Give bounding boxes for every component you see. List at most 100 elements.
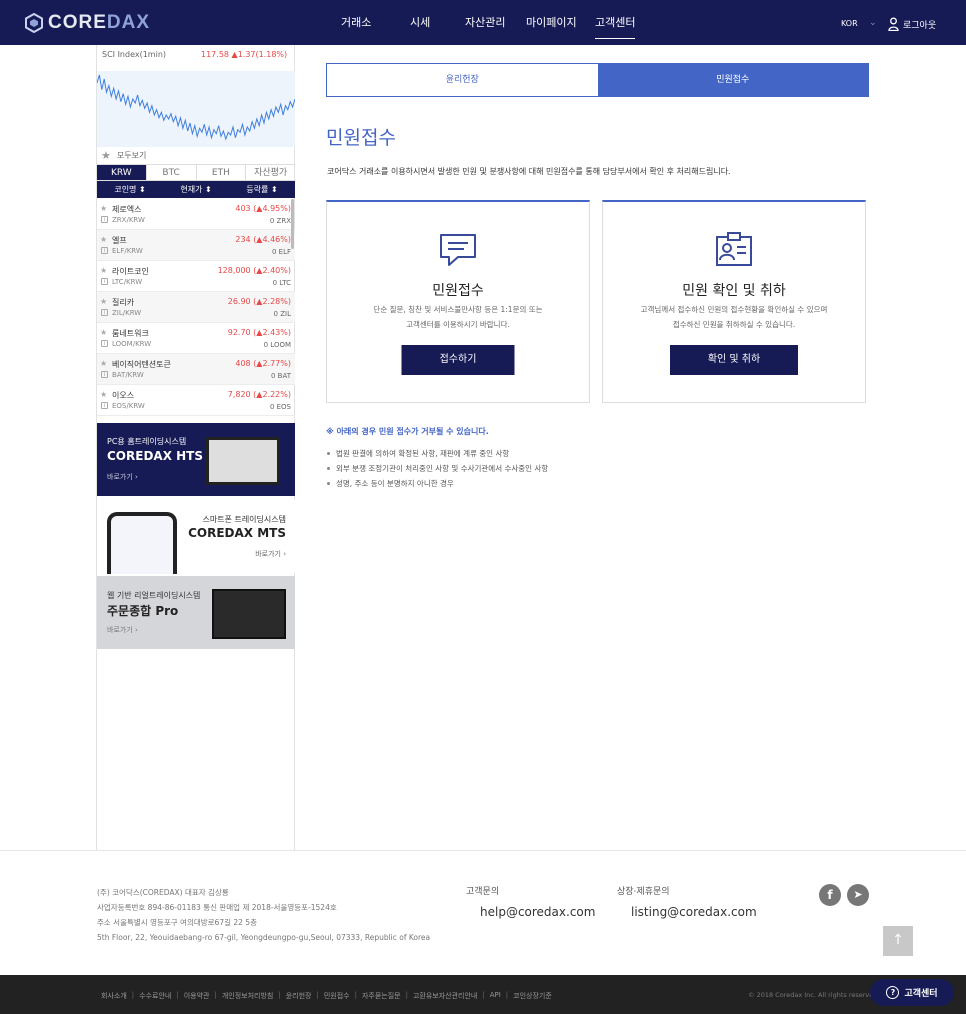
footer-link-fees[interactable]: 수수료안내 — [139, 991, 171, 1001]
nav-item-mypage[interactable]: 마이페이지 — [526, 14, 577, 30]
logout-button[interactable]: 로그아웃 — [888, 17, 936, 31]
coin-list-scrollbar[interactable] — [291, 199, 294, 249]
pro-banner-link[interactable]: 바로가기 › — [107, 625, 138, 635]
coin-row[interactable]: ★ 제로엑스 i ZRX/KRW 403 (▲4.95%) 0 ZRX — [97, 199, 295, 230]
page-description: 코어닥스 거래소를 이용하시면서 발생한 민원 및 분쟁사항에 대해 민원접수를… — [327, 167, 731, 176]
nav-item-assets[interactable]: 자산관리 — [465, 14, 505, 30]
support-label: 고객문의 — [466, 887, 500, 897]
coin-pair: ZRX/KRW — [112, 216, 145, 224]
star-icon[interactable]: ★ — [100, 266, 107, 275]
coredax-logo[interactable]: COREDAX — [24, 12, 150, 34]
coin-name: 라이트코인 — [112, 267, 149, 276]
coin-row[interactable]: ★ 질리카 i ZIL/KRW 26.90 (▲2.28%) 0 ZIL — [97, 292, 295, 323]
coin-row[interactable]: ★ 베이직어텐션토큰 i BAT/KRW 408 (▲2.77%) 0 BAT — [97, 354, 295, 385]
info-icon: i — [101, 247, 108, 254]
hts-banner-link[interactable]: 바로가기 › — [107, 472, 138, 482]
coredax-logo-icon — [25, 13, 43, 33]
page-title: 민원접수 — [326, 127, 396, 149]
coin-name: 이오스 — [112, 391, 135, 400]
star-icon[interactable]: ★ — [100, 297, 107, 306]
logout-label: 로그아웃 — [903, 20, 937, 31]
telegram-icon[interactable]: ➤ — [847, 884, 869, 906]
column-coin-name[interactable]: 코인명 ⬍ — [97, 181, 163, 198]
footer-link-complaint[interactable]: 민원접수 — [324, 991, 350, 1001]
hts-banner[interactable]: PC용 홈트레이딩시스템 COREDAX HTS 바로가기 › — [97, 423, 295, 496]
notice-title: ※ 아래의 경우 민원 접수가 거부될 수 있습니다. — [326, 427, 489, 436]
coin-row[interactable]: ★ 라이트코인 i LTC/KRW 128,000 (▲2.40%) 0 LTC — [97, 261, 295, 292]
tab-ethics-charter[interactable]: 윤리헌장 — [327, 64, 598, 96]
coin-pair: LOOM/KRW — [112, 340, 152, 348]
footer-link-divider: | — [131, 991, 135, 999]
footer-link-divider: | — [405, 991, 408, 999]
coin-row[interactable]: ★ 룸네트워크 i LOOM/KRW 92.70 (▲2.43%) 0 LOOM — [97, 323, 295, 354]
favorites-toggle[interactable]: ★ 모두보기 — [101, 149, 146, 162]
footer-link-custody[interactable]: 고환유보자산관리안내 — [413, 991, 477, 1001]
card-description-line: 접수하신 민원을 취하하실 수 있습니다. — [672, 320, 796, 329]
nav-item-quotes[interactable]: 시세 — [410, 14, 430, 30]
facebook-icon[interactable]: f — [819, 884, 841, 906]
footer-link-divider: | — [354, 991, 357, 999]
mts-banner[interactable]: 스마트폰 트레이딩시스템 COREDAX MTS 바로가기 › — [97, 500, 295, 574]
tab-complaint[interactable]: 민원접수 — [597, 64, 868, 96]
tab-krw[interactable]: KRW — [97, 165, 146, 180]
scroll-to-top-button[interactable]: ↑ — [883, 926, 913, 956]
chevron-down-icon[interactable]: ⌄ — [869, 18, 877, 28]
column-change[interactable]: 등락률 ⬍ — [229, 181, 295, 198]
tab-btc[interactable]: BTC — [145, 165, 196, 180]
coin-pair: ZIL/KRW — [112, 309, 142, 317]
card-title: 민원접수 — [432, 283, 484, 299]
footer-link-divider: | — [176, 991, 179, 999]
footer-link-terms[interactable]: 이용약관 — [184, 991, 210, 1001]
complaint-submit-card: 민원접수 단순 질문, 칭찬 및 서비스불만사항 등은 1:1문의 또는 고객센… — [326, 200, 590, 403]
star-icon[interactable]: ★ — [100, 204, 107, 213]
coin-name: 제로엑스 — [112, 205, 142, 214]
column-price[interactable]: 현재가 ⬍ — [163, 181, 229, 198]
coin-pair: ELF/KRW — [112, 247, 143, 255]
coin-row[interactable]: ★ 엘프 i ELF/KRW 234 (▲4.46%) 0 ELF — [97, 230, 295, 261]
info-icon: i — [101, 371, 108, 378]
coin-list: ★ 제로엑스 i ZRX/KRW 403 (▲4.95%) 0 ZRX ★ 엘프… — [97, 199, 295, 416]
sci-chart-svg — [96, 74, 296, 141]
tab-asset-eval[interactable]: 자산평가 — [245, 165, 295, 180]
nav-item-customer-center[interactable]: 고객센터 — [595, 14, 636, 39]
coin-volume: 0 LTC — [272, 279, 291, 287]
footer-link-faq[interactable]: 자주묻는질문 — [362, 991, 401, 1001]
coin-price: 26.90 (▲2.28%) — [227, 297, 291, 306]
star-icon[interactable]: ★ — [100, 359, 107, 368]
company-info: (주) 코어닥스(COREDAX) 대표자 김상룡 사업자등록번호 894-86… — [97, 885, 430, 945]
tab-eth[interactable]: ETH — [195, 165, 246, 180]
footer-link-ethics[interactable]: 윤리헌장 — [286, 991, 312, 1001]
hts-banner-subtitle: PC용 홈트레이딩시스템 — [107, 437, 187, 446]
footer-link-api[interactable]: API — [490, 991, 501, 1001]
coin-name: 룸네트워크 — [112, 329, 149, 338]
notice-list: 법원 판결에 의하여 확정된 사항, 재판에 계류 중인 사항 외부 분쟁 조정… — [326, 446, 548, 491]
coin-row[interactable]: ★ 이오스 i EOS/KRW 7,820 (▲2.22%) 0 EOS — [97, 385, 295, 416]
check-withdraw-button[interactable]: 확인 및 취하 — [670, 345, 798, 375]
submit-complaint-button[interactable]: 접수하기 — [401, 345, 515, 375]
customer-center-button[interactable]: ? 고객센터 — [870, 979, 954, 1006]
star-icon[interactable]: ★ — [100, 328, 107, 337]
footer-link-divider: | — [316, 991, 319, 999]
star-icon[interactable]: ★ — [100, 390, 107, 399]
listing-email[interactable]: listing@coredax.com — [631, 905, 757, 919]
card-description-line: 고객님께서 접수하신 민원의 접수현황을 확인하실 수 있으며 — [640, 305, 828, 314]
notice-item: 성명, 주소 등이 분명하지 아니한 경우 — [326, 476, 548, 491]
footer-link-privacy[interactable]: 개인정보처리방침 — [222, 991, 274, 1001]
star-icon: ★ — [101, 149, 111, 162]
company-info-line: 사업자등록번호 894-86-01183 통신 판매업 제 2018-서울영등포… — [97, 903, 337, 912]
coin-name: 엘프 — [112, 236, 127, 245]
market-tabs: KRW BTC ETH 자산평가 — [97, 164, 295, 181]
language-select[interactable]: KOR — [841, 19, 858, 28]
support-email[interactable]: help@coredax.com — [480, 905, 595, 919]
footer-links: 회사소개 | 수수료안내 | 이용약관 | 개인정보처리방침 | 윤리헌장 | 민원접수 |… — [101, 991, 557, 1001]
mts-banner-link[interactable]: 바로가기 › — [255, 549, 286, 559]
star-icon[interactable]: ★ — [100, 235, 107, 244]
footer-link-listing[interactable]: 코인상장기준 — [513, 991, 552, 1001]
nav-item-exchange[interactable]: 거래소 — [341, 14, 371, 30]
pro-banner-title: 주문종합 Pro — [107, 604, 179, 618]
notice-item: 법원 판결에 의하여 확정된 사항, 재판에 계류 중인 사항 — [326, 446, 548, 461]
card-description-line: 단순 질문, 칭찬 및 서비스불만사항 등은 1:1문의 또는 — [373, 305, 543, 314]
footer-link-company[interactable]: 회사소개 — [101, 991, 127, 1001]
pro-banner[interactable]: 웹 기반 리얼트레이딩시스템 주문종합 Pro 바로가기 › — [97, 576, 295, 649]
sci-index-value: 117.58 ▲1.37(1.18%) — [201, 50, 288, 59]
